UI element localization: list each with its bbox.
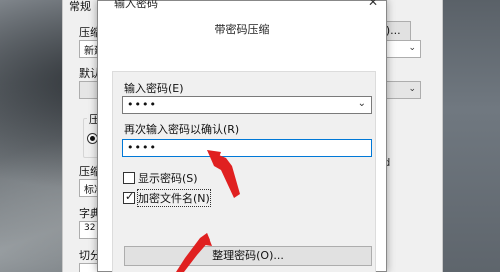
tab-general[interactable]: 常规 [69, 0, 91, 14]
password-input[interactable]: •••• ⌄ [122, 96, 372, 114]
dialog-title: 输入密码 [114, 0, 158, 10]
show-password-label[interactable]: 显示密码(S) [138, 170, 198, 186]
password-value: •••• [127, 98, 157, 111]
confirm-password-label: 再次输入密码以确认(R) [124, 123, 240, 136]
close-icon[interactable]: ✕ [368, 0, 378, 9]
password-label: 输入密码(E) [124, 82, 184, 95]
encrypt-filenames-label[interactable]: 加密文件名(N) [137, 189, 211, 207]
chevron-down-icon: ⌄ [408, 43, 416, 53]
dialog-titlebar[interactable]: 输入密码 ✕ [98, 0, 386, 11]
show-password-checkbox[interactable] [123, 172, 135, 184]
chevron-down-icon: ⌄ [408, 84, 416, 94]
chevron-down-icon[interactable]: ⌄ [358, 98, 366, 109]
encrypt-filenames-checkbox[interactable] [123, 190, 135, 204]
confirm-password-input[interactable]: •••• [122, 139, 372, 157]
organize-passwords-button[interactable]: 整理密码(O)... [124, 246, 372, 266]
confirm-password-value: •••• [127, 141, 157, 154]
dialog-heading: 带密码压缩 [214, 23, 270, 36]
